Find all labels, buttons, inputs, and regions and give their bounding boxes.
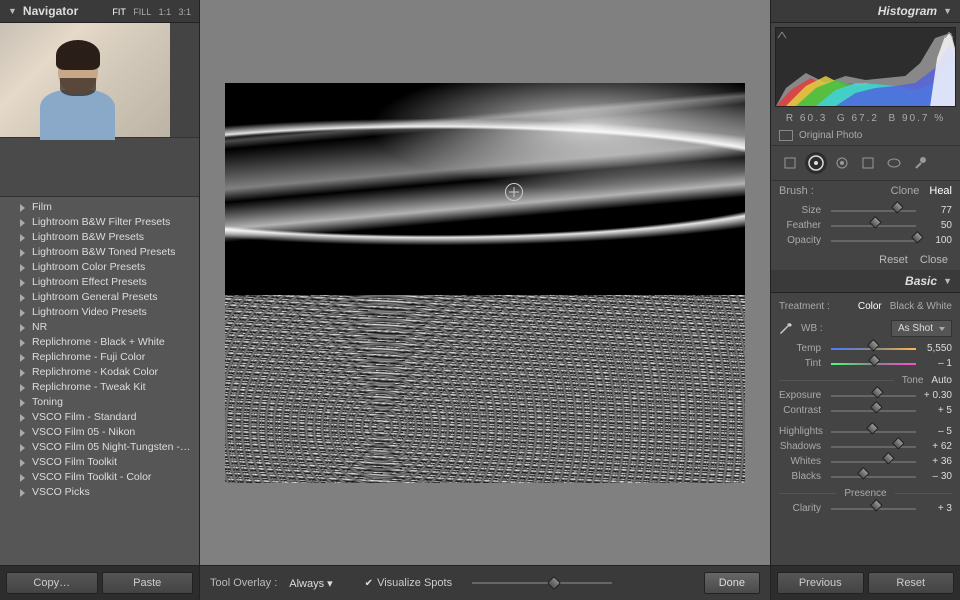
zoom-options: FIT FILL 1:1 3:1 bbox=[108, 4, 191, 18]
feather-slider[interactable]: Feather50 bbox=[779, 218, 952, 233]
preset-item[interactable]: VSCO Film Toolkit - Color bbox=[18, 469, 199, 484]
preset-item[interactable]: Replichrome - Kodak Color bbox=[18, 364, 199, 379]
preset-item[interactable]: VSCO Film Toolkit bbox=[18, 454, 199, 469]
preset-item[interactable]: Lightroom B&W Toned Presets bbox=[18, 244, 199, 259]
preset-item[interactable]: VSCO Film - Standard bbox=[18, 409, 199, 424]
opacity-slider[interactable]: Opacity100 bbox=[779, 233, 952, 248]
preset-list[interactable]: FilmLightroom B&W Filter PresetsLightroo… bbox=[0, 197, 199, 565]
preset-item[interactable]: Replichrome - Black + White bbox=[18, 334, 199, 349]
clarity-slider[interactable]: Clarity+ 3 bbox=[779, 501, 952, 516]
preset-item[interactable]: Replichrome - Fuji Color bbox=[18, 349, 199, 364]
navigator-title: Navigator bbox=[23, 4, 109, 18]
highlights-slider[interactable]: Highlights– 5 bbox=[779, 424, 952, 439]
preset-item[interactable]: Lightroom Effect Presets bbox=[18, 274, 199, 289]
exposure-slider[interactable]: Exposure+ 0.30 bbox=[779, 388, 952, 403]
reset-button[interactable]: Reset bbox=[868, 572, 955, 594]
preset-item[interactable]: Lightroom General Presets bbox=[18, 289, 199, 304]
grad-filter-tool-icon[interactable] bbox=[857, 152, 879, 174]
zoom-3-1[interactable]: 3:1 bbox=[178, 7, 191, 17]
shadows-slider[interactable]: Shadows+ 62 bbox=[779, 439, 952, 454]
preset-item[interactable]: Lightroom B&W Filter Presets bbox=[18, 214, 199, 229]
brush-tool-icon[interactable] bbox=[909, 152, 931, 174]
tool-overlay-label: Tool Overlay : bbox=[210, 577, 277, 589]
rgb-readout: R 60.3 G 67.2 B 90.7 % bbox=[771, 111, 960, 126]
eyedropper-icon[interactable] bbox=[779, 322, 793, 336]
navigator-preview[interactable] bbox=[0, 23, 170, 137]
photo-preview[interactable] bbox=[225, 83, 745, 483]
collapse-icon[interactable]: ▼ bbox=[943, 6, 952, 16]
brush-close-button[interactable]: Close bbox=[920, 254, 948, 266]
histogram-header[interactable]: Histogram ▼ bbox=[771, 0, 960, 23]
histogram-display[interactable] bbox=[775, 27, 956, 107]
spot-removal-tool-icon[interactable] bbox=[805, 152, 827, 174]
copy-button[interactable]: Copy… bbox=[6, 572, 98, 594]
preset-item[interactable]: Lightroom Video Presets bbox=[18, 304, 199, 319]
whites-slider[interactable]: Whites+ 36 bbox=[779, 454, 952, 469]
clone-option[interactable]: Clone bbox=[891, 185, 920, 197]
paste-button[interactable]: Paste bbox=[102, 572, 194, 594]
tool-strip bbox=[771, 145, 960, 181]
collapse-icon[interactable]: ▼ bbox=[8, 6, 17, 16]
zoom-fill[interactable]: FILL bbox=[133, 7, 151, 17]
collapse-icon[interactable]: ▼ bbox=[943, 276, 952, 286]
previous-button[interactable]: Previous bbox=[777, 572, 864, 594]
spot-cursor-icon[interactable] bbox=[505, 183, 523, 201]
treatment-bw[interactable]: Black & White bbox=[890, 301, 952, 312]
done-button[interactable]: Done bbox=[704, 572, 760, 594]
original-photo-toggle[interactable]: Original Photo bbox=[771, 126, 960, 145]
radial-filter-tool-icon[interactable] bbox=[883, 152, 905, 174]
brush-mode-row: Brush : Clone Heal bbox=[771, 181, 960, 201]
preset-item[interactable]: Lightroom B&W Presets bbox=[18, 229, 199, 244]
image-canvas[interactable] bbox=[200, 0, 770, 565]
crop-tool-icon[interactable] bbox=[779, 152, 801, 174]
brush-reset-button[interactable]: Reset bbox=[879, 254, 908, 266]
heal-option[interactable]: Heal bbox=[929, 185, 952, 197]
visualize-threshold-slider[interactable] bbox=[472, 582, 612, 584]
left-bottom-bar: Copy… Paste bbox=[0, 565, 199, 600]
right-panel: Histogram ▼ R 60.3 G 67.2 B 90.7 % Origi… bbox=[770, 0, 960, 600]
blacks-slider[interactable]: Blacks– 30 bbox=[779, 469, 952, 484]
zoom-fit[interactable]: FIT bbox=[112, 7, 126, 17]
left-panel: ▼ Navigator FIT FILL 1:1 3:1 FilmLightro… bbox=[0, 0, 200, 600]
webcam-overlay bbox=[40, 38, 115, 133]
right-bottom-bar: Previous Reset bbox=[771, 565, 960, 600]
tool-overlay-dropdown[interactable]: Always ▾ bbox=[289, 577, 332, 590]
center-panel: Tool Overlay : Always ▾ Visualize Spots … bbox=[200, 0, 770, 600]
wb-dropdown[interactable]: As Shot bbox=[891, 320, 952, 337]
temp-slider[interactable]: Temp 5,550 bbox=[779, 341, 952, 356]
preset-item[interactable]: NR bbox=[18, 319, 199, 334]
tint-slider[interactable]: Tint – 1 bbox=[779, 356, 952, 371]
treatment-color[interactable]: Color bbox=[858, 301, 882, 312]
preset-item[interactable]: Film bbox=[18, 199, 199, 214]
preset-item[interactable]: Replichrome - Tweak Kit bbox=[18, 379, 199, 394]
preset-item[interactable]: VSCO Film 05 - Nikon bbox=[18, 424, 199, 439]
preset-item[interactable]: Lightroom Color Presets bbox=[18, 259, 199, 274]
redeye-tool-icon[interactable] bbox=[831, 152, 853, 174]
size-slider[interactable]: Size77 bbox=[779, 203, 952, 218]
auto-tone-button[interactable]: Auto bbox=[931, 375, 952, 386]
zoom-1-1[interactable]: 1:1 bbox=[159, 7, 172, 17]
contrast-slider[interactable]: Contrast+ 5 bbox=[779, 403, 952, 418]
basic-header[interactable]: Basic ▼ bbox=[771, 270, 960, 293]
visualize-spots-checkbox[interactable]: Visualize Spots bbox=[365, 577, 452, 589]
preset-item[interactable]: VSCO Picks bbox=[18, 484, 199, 499]
preset-item[interactable]: VSCO Film 05 Night-Tungsten -… bbox=[18, 439, 199, 454]
white-balance-row: WB : As Shot bbox=[779, 316, 952, 341]
tool-overlay-bar: Tool Overlay : Always ▾ Visualize Spots … bbox=[200, 565, 770, 600]
treatment-row: Treatment : Color Black & White bbox=[779, 297, 952, 316]
navigator-header[interactable]: ▼ Navigator FIT FILL 1:1 3:1 bbox=[0, 0, 199, 23]
preset-item[interactable]: Toning bbox=[18, 394, 199, 409]
